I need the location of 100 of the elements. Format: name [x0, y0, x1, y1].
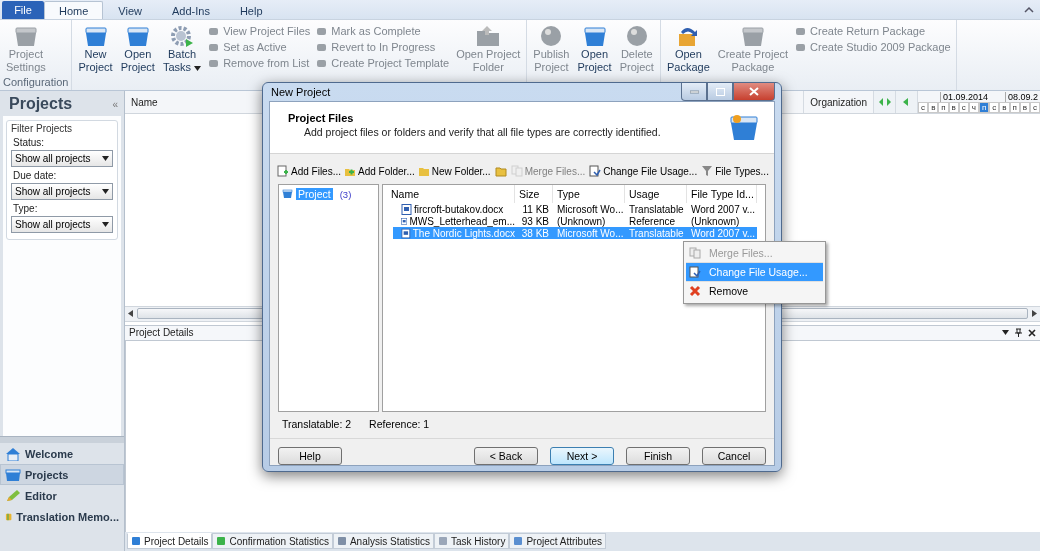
- column-header[interactable]: File Type Id...: [687, 185, 757, 203]
- page-icon: [336, 536, 347, 546]
- tile-icon: [316, 41, 328, 53]
- arrow-button[interactable]: [896, 91, 918, 113]
- header-description: Add project files or folders and verify that all file types are correctly identified.: [303, 125, 661, 138]
- tool-button[interactable]: [493, 165, 508, 177]
- filter-dropdown[interactable]: Show all projects: [11, 150, 113, 167]
- calendar-day[interactable]: п: [979, 102, 990, 113]
- caret-icon: [102, 189, 109, 194]
- tool-button[interactable]: Add Folder...: [343, 165, 416, 177]
- minimize-button[interactable]: [681, 83, 707, 101]
- tool-button[interactable]: File Types...: [700, 165, 770, 177]
- close-button[interactable]: [733, 83, 775, 101]
- table-cell-text: Translatable: [628, 227, 685, 239]
- table-cell-text: Reference: [628, 215, 677, 227]
- ribbon-tab[interactable]: Add-Ins: [157, 1, 225, 19]
- ribbon-tab[interactable]: Help: [224, 1, 278, 19]
- table-cell-text: (Unknown): [556, 215, 607, 227]
- table-cell-text: Microsoft Wo...: [556, 203, 625, 215]
- double-arrow-icon: [877, 97, 892, 107]
- dialog-title: New Project: [270, 86, 331, 98]
- panel-tab[interactable]: Analysis Statistics: [332, 533, 434, 549]
- splitter-grip[interactable]: [0, 436, 124, 443]
- caret-icon: [102, 222, 109, 227]
- pages-icon: [689, 247, 701, 259]
- filter-title: Filter Projects: [11, 123, 74, 134]
- column-header[interactable]: Usage: [625, 185, 687, 203]
- calendar-day[interactable]: с: [958, 102, 969, 113]
- dropdown-caret-icon: [194, 66, 202, 71]
- tile-icon: [316, 57, 328, 69]
- item-count: (3): [339, 188, 352, 200]
- tile-icon: [208, 57, 220, 69]
- panel-tab[interactable]: Project Attributes: [509, 533, 607, 549]
- left-arrow-icon[interactable]: [128, 310, 133, 317]
- calendar-day[interactable]: с: [918, 102, 929, 113]
- filter-icon: [701, 165, 714, 177]
- ribbon-button[interactable]: Open Package: [663, 22, 713, 76]
- panel-tab[interactable]: Task History: [434, 533, 510, 549]
- column-header[interactable]: Name: [387, 185, 515, 203]
- box-icon: [728, 112, 760, 142]
- calendar-day[interactable]: с: [989, 102, 1000, 113]
- calendar-day[interactable]: п: [938, 102, 949, 113]
- calendar-day[interactable]: ч: [968, 102, 980, 113]
- summary-text: Translatable: 2: [282, 418, 352, 430]
- box-icon: [282, 189, 293, 199]
- ribbon-tab[interactable]: Home: [44, 1, 104, 19]
- calendar-day[interactable]: п: [1009, 102, 1020, 113]
- file-tab[interactable]: File: [2, 1, 44, 19]
- page-icon: [513, 536, 524, 546]
- maximize-button[interactable]: [707, 83, 733, 101]
- nav-item[interactable]: Projects: [0, 464, 124, 485]
- caret-icon: [102, 156, 109, 161]
- tool-button[interactable]: Add Files...: [276, 165, 343, 177]
- calendar-day[interactable]: в: [999, 102, 1010, 113]
- folder-icon: [494, 165, 507, 177]
- file-row[interactable]: fircroft-butakov.docx 11 KB Microsoft Wo... Translatable Word 2007 v...: [393, 203, 757, 215]
- tool-button[interactable]: Change File Usage...: [588, 165, 699, 177]
- tool-button[interactable]: New Folder...: [416, 165, 492, 177]
- box-icon: [5, 467, 21, 482]
- panel-tab[interactable]: Project Details: [127, 533, 213, 549]
- table-cell-text: 93 KB: [520, 215, 550, 227]
- column-header[interactable]: Type: [553, 185, 625, 203]
- dialog-button[interactable]: Finish: [626, 447, 690, 465]
- ribbon-button[interactable]: Batch Tasks: [159, 22, 205, 76]
- panel-tab[interactable]: Confirmation Statistics: [212, 533, 333, 549]
- collapse-button[interactable]: «: [112, 98, 118, 110]
- nav-item[interactable]: Translation Memo...: [0, 506, 124, 527]
- box-icon: [12, 24, 39, 48]
- page-icon: [438, 536, 448, 546]
- file-row[interactable]: MWS_Letterhead_em... 93 KB (Unknown) Reference (Unknown): [393, 215, 757, 227]
- nav-item[interactable]: Editor: [0, 485, 124, 506]
- menu-item[interactable]: Remove: [686, 282, 823, 301]
- ribbon-button[interactable]: New Project: [75, 22, 116, 76]
- pencil-icon: [5, 488, 21, 503]
- page-icon: [131, 536, 141, 546]
- dialog-button[interactable]: Cancel: [702, 447, 766, 465]
- box-icon: [124, 24, 151, 48]
- calendar-day[interactable]: в: [1019, 102, 1030, 113]
- calendar-day[interactable]: с: [1029, 102, 1040, 113]
- right-arrow-icon[interactable]: [1032, 310, 1037, 317]
- field-label: Status:: [13, 137, 46, 148]
- column-header[interactable]: Size: [515, 185, 553, 203]
- maximize-icon: [715, 87, 725, 96]
- filter-dropdown[interactable]: Show all projects: [11, 216, 113, 233]
- calendar-day[interactable]: в: [948, 102, 959, 113]
- dialog-button[interactable]: Help: [278, 447, 342, 465]
- filter-dropdown[interactable]: Show all projects: [11, 183, 113, 200]
- document-icon: [401, 227, 411, 239]
- ribbon-button[interactable]: Open Project: [574, 22, 615, 76]
- close-icon: [749, 87, 759, 96]
- dialog-button[interactable]: < Back: [474, 447, 538, 465]
- calendar-date: 01.09.2014: [940, 91, 1005, 102]
- summary-text: Reference: 1: [369, 418, 430, 430]
- nav-item[interactable]: Welcome: [0, 443, 124, 464]
- tile-icon: [795, 25, 807, 37]
- table-cell-text: 11 KB: [521, 203, 550, 215]
- double-arrow-button[interactable]: [874, 91, 896, 113]
- dialog-button[interactable]: Next >: [550, 447, 614, 465]
- ribbon-button[interactable]: Open Project: [117, 22, 158, 76]
- ribbon-tab[interactable]: View: [103, 1, 157, 19]
